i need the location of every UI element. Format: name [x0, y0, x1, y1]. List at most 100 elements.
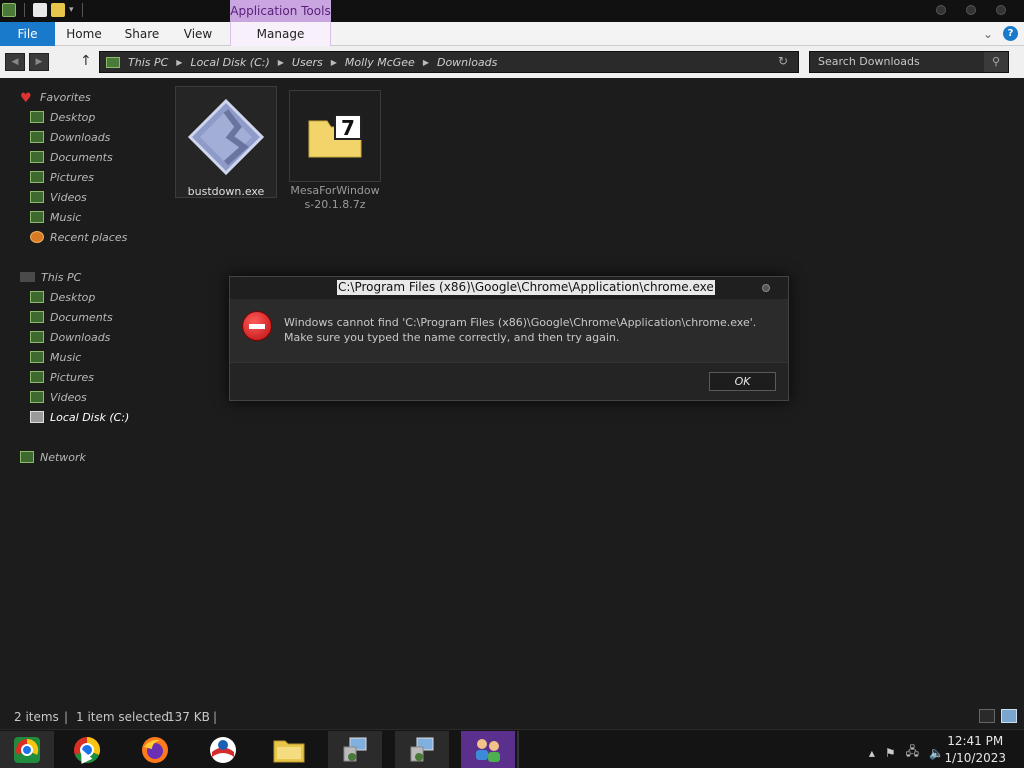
system-tray: ▴ ⚑ 🖧 🔈 [869, 742, 944, 763]
taskbar-users-button[interactable] [461, 731, 515, 768]
file-name-line1: MesaForWindow [290, 184, 380, 197]
divider: | [213, 710, 218, 724]
details-view-icon[interactable] [979, 709, 995, 723]
sidebar-item-recent-places[interactable]: Recent places [30, 228, 127, 246]
sidebar-item-music[interactable]: Music [30, 348, 81, 366]
up-arrow-icon[interactable]: ↑ [80, 53, 92, 69]
large-icons-view-icon[interactable] [1001, 709, 1017, 723]
breadcrumb-downloads[interactable]: Downloads [437, 56, 497, 69]
taskbar-network-setup-button-2[interactable] [395, 731, 449, 768]
action-center-flag-icon[interactable]: ⚑ [885, 746, 896, 760]
contextual-tab-header: Application Tools [230, 0, 331, 22]
heart-icon: ♥ [20, 91, 32, 106]
sidebar-item-network[interactable]: Network [20, 448, 86, 466]
sidebar-item-label: Videos [50, 390, 87, 404]
error-dialog: C:\Program Files (x86)\Google\Chrome\App… [229, 276, 789, 401]
ok-button[interactable]: OK [709, 372, 776, 391]
breadcrumb-arrow-icon[interactable]: ▶ [278, 58, 284, 67]
tab-home[interactable]: Home [64, 22, 104, 46]
search-icon[interactable]: ⚲ [984, 52, 1008, 72]
downloads-icon [30, 331, 44, 343]
sidebar-item-label: Documents [50, 310, 113, 324]
dialog-title: C:\Program Files (x86)\Google\Chrome\App… [337, 280, 715, 295]
item-count: 2 items [14, 710, 59, 724]
dialog-close-button[interactable] [762, 284, 770, 292]
sidebar-item-videos[interactable]: Videos [30, 188, 87, 206]
forward-button[interactable]: ▶ [29, 53, 49, 71]
sidebar-item-pictures[interactable]: Pictures [30, 368, 94, 386]
taskbar-network-setup-button[interactable] [328, 731, 382, 768]
sidebar-item-documents[interactable]: Documents [30, 148, 113, 166]
sidebar-item-local-disk[interactable]: Local Disk (C:) [30, 408, 129, 426]
address-row: ◀ ▶ ↑ This PC ▶ Local Disk (C:) ▶ Users … [0, 46, 1024, 78]
sidebar-item-label: Music [50, 350, 82, 364]
sidebar-item-downloads[interactable]: Downloads [30, 128, 110, 146]
refresh-icon[interactable]: ↻ [774, 54, 792, 70]
breadcrumb-arrow-icon[interactable]: ▶ [176, 58, 182, 67]
sidebar-item-label: Local Disk (C:) [50, 410, 130, 424]
file-item[interactable]: 7 MesaForWindow s-20.1.8.7z [284, 86, 386, 212]
videos-icon [30, 191, 44, 203]
divider: | [64, 710, 69, 724]
sidebar-item-this-pc[interactable]: This PC [20, 268, 81, 286]
sidebar-item-label: Pictures [50, 170, 95, 184]
network-icon [20, 451, 34, 463]
tab-manage[interactable]: Manage [230, 22, 331, 46]
back-button[interactable]: ◀ [5, 53, 25, 71]
sidebar-item-label: This PC [41, 270, 82, 284]
search-input[interactable]: Search Downloads ⚲ [809, 51, 1009, 73]
search-placeholder: Search Downloads [818, 55, 920, 68]
opera-icon [210, 736, 236, 763]
desktop-icon [30, 291, 44, 303]
dialog-title-bar[interactable]: C:\Program Files (x86)\Google\Chrome\App… [230, 277, 788, 299]
breadcrumb-users[interactable]: Users [292, 56, 323, 69]
customize-chevron-icon[interactable]: ▾ [69, 5, 74, 15]
sidebar-item-label: Desktop [50, 290, 96, 304]
breadcrumb-arrow-icon[interactable]: ▶ [423, 58, 429, 67]
7zip-archive-icon: 7 [289, 90, 381, 182]
taskbar-file-explorer-button[interactable] [262, 731, 316, 768]
sidebar-item-downloads[interactable]: Downloads [30, 328, 110, 346]
clock-date: 1/10/2023 [944, 751, 1006, 765]
close-button[interactable] [996, 5, 1006, 15]
taskbar-opera-button[interactable] [196, 731, 250, 768]
tab-file[interactable]: File [0, 22, 55, 46]
sidebar-item-music[interactable]: Music [30, 208, 81, 226]
selection-size: 137 KB [167, 710, 210, 724]
properties-icon[interactable] [33, 3, 47, 17]
tab-share[interactable]: Share [121, 22, 163, 46]
minimize-button[interactable] [936, 5, 946, 15]
sidebar-item-desktop[interactable]: Desktop [30, 108, 95, 126]
breadcrumb-local-disk[interactable]: Local Disk (C:) [190, 56, 269, 69]
taskbar-firefox-button[interactable] [128, 731, 182, 768]
expand-ribbon-icon[interactable]: ⌄ [983, 27, 993, 41]
sidebar-item-desktop[interactable]: Desktop [30, 288, 95, 306]
sidebar-item-pictures[interactable]: Pictures [30, 168, 94, 186]
clock-time: 12:41 PM [947, 734, 1004, 748]
taskbar-chromium-button[interactable] [0, 731, 54, 768]
network-status-icon[interactable]: 🖧 [906, 742, 919, 763]
maximize-button[interactable] [966, 5, 976, 15]
breadcrumb-molly-mcgee[interactable]: Molly McGee [345, 56, 415, 69]
breadcrumb-arrow-icon[interactable]: ▶ [331, 58, 337, 67]
address-bar[interactable]: This PC ▶ Local Disk (C:) ▶ Users ▶ Moll… [99, 51, 799, 73]
window-controls [936, 5, 1006, 15]
dialog-message: Windows cannot find 'C:\Program Files (x… [284, 316, 757, 344]
pictures-icon [30, 171, 44, 183]
videos-icon [30, 391, 44, 403]
volume-icon[interactable]: 🔈 [929, 746, 944, 760]
tab-view[interactable]: View [180, 22, 216, 46]
sidebar-item-videos[interactable]: Videos [30, 388, 87, 406]
explorer-app-icon[interactable] [2, 3, 16, 17]
sidebar-item-label: Documents [50, 150, 113, 164]
clock[interactable]: 12:41 PM 1/10/2023 [944, 733, 1006, 767]
sidebar-item-favorites[interactable]: ♥ Favorites [20, 88, 91, 107]
file-item[interactable]: bustdown.exe [175, 86, 277, 198]
sidebar-item-label: Videos [50, 190, 87, 204]
show-hidden-icons-icon[interactable]: ▴ [869, 746, 875, 760]
help-icon[interactable]: ? [1003, 26, 1018, 41]
breadcrumb-this-pc[interactable]: This PC [128, 56, 168, 69]
firefox-icon [142, 736, 168, 763]
sidebar-item-documents[interactable]: Documents [30, 308, 113, 326]
new-folder-icon[interactable] [51, 3, 65, 17]
